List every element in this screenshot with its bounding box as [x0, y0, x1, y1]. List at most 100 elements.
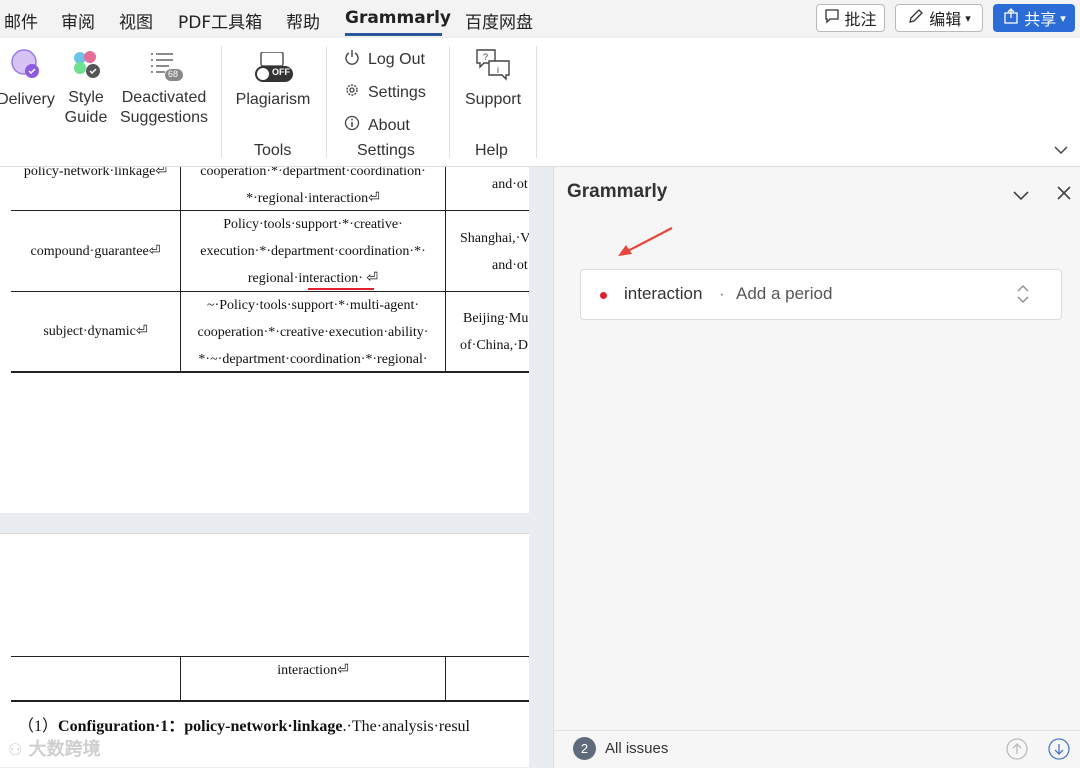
tab-pdf-tools[interactable]: PDF工具箱	[178, 8, 262, 33]
comment-button[interactable]: 批注	[816, 4, 885, 32]
ribbon: Delivery Style Guide 68 Deactivated Sugg…	[0, 38, 1080, 167]
ribbon-separator	[326, 46, 327, 158]
log-out-button[interactable]: Log Out	[344, 49, 425, 70]
table-cell: cooperation·*·department·coordination·	[200, 167, 426, 179]
chevron-down-icon: ▾	[1060, 11, 1066, 25]
list-icon: 68	[149, 48, 183, 82]
issue-separator: ·	[719, 284, 725, 303]
ribbon-collapse-chevron-icon[interactable]	[1053, 141, 1069, 160]
power-icon	[344, 49, 360, 70]
previous-issue-icon[interactable]	[1006, 738, 1028, 764]
paragraph-prefix: （1）	[18, 718, 59, 735]
plagiarism-button[interactable]: OFF Plagiarism	[233, 51, 313, 110]
style-guide-icon	[70, 48, 102, 80]
comment-icon	[824, 8, 840, 28]
style-guide-label-2: Guide	[64, 109, 108, 126]
pencil-icon	[907, 7, 925, 29]
log-out-label: Log Out	[368, 50, 425, 68]
delivery-label: Delivery	[0, 91, 55, 108]
gear-icon	[344, 82, 360, 103]
issues-count-badge: 2	[573, 737, 596, 760]
deactivated-suggestions-button[interactable]: 68 Deactivated Suggestions	[117, 48, 211, 128]
svg-text:?: ?	[483, 52, 488, 62]
group-label-help: Help	[475, 142, 508, 159]
table-cell: *·regional·interaction⏎	[246, 191, 380, 206]
about-label: About	[368, 116, 410, 134]
settings-button[interactable]: Settings	[344, 82, 426, 103]
watermark-text: 大数跨境	[28, 739, 101, 760]
group-label-settings: Settings	[357, 142, 415, 159]
plagiarism-toggle-label: OFF	[272, 67, 290, 77]
table-cell: ~·Policy·tools·support·*·multi-agent·	[206, 298, 420, 313]
document-page[interactable]: policy-network·linkage⏎ cooperation·*·de…	[0, 167, 529, 767]
table-cell: Beijing·Mu	[463, 311, 529, 326]
panel-footer: 2 All issues	[554, 730, 1080, 768]
table-cell: interaction⏎	[277, 663, 349, 678]
edit-button[interactable]: 编辑 ▾	[895, 4, 983, 32]
table-cell: and·ot	[492, 258, 528, 273]
page-edge	[0, 533, 529, 534]
close-icon[interactable]	[1056, 185, 1072, 205]
delivery-icon	[10, 48, 42, 80]
deactivated-label-1: Deactivated	[121, 89, 207, 106]
table-cell: Shanghai,·V	[460, 231, 529, 246]
deactivated-count-badge: 68	[168, 69, 179, 79]
chevron-down-icon: ▾	[965, 11, 971, 25]
tab-review[interactable]: 审阅	[61, 8, 95, 33]
issue-suggestion: Add a period	[736, 284, 833, 303]
collapse-chevron-icon[interactable]	[1012, 187, 1030, 206]
paragraph-text: .·The·analysis·resul	[342, 718, 470, 735]
issue-word: interaction	[624, 284, 703, 303]
ribbon-separator	[449, 46, 450, 158]
table-cell: *·~·department·coordination·*·regional·	[198, 352, 428, 367]
grammarly-sidebar: Grammarly interaction · Add a period 2 A…	[553, 167, 1080, 768]
chat-help-icon: ? i	[475, 48, 511, 82]
style-guide-button[interactable]: Style Guide	[62, 48, 110, 128]
table-cell: Policy·tools·support·*·creative·	[223, 217, 403, 232]
panel-title: Grammarly	[567, 181, 668, 202]
tab-grammarly[interactable]: Grammarly	[345, 8, 451, 28]
active-tab-indicator	[345, 33, 442, 36]
menu-bar: 邮件 审阅 视图 PDF工具箱 帮助 Grammarly 百度网盘 批注 编辑 …	[0, 0, 1080, 38]
table-cell: policy-network·linkage⏎	[23, 167, 168, 179]
deactivated-label-2: Suggestions	[119, 109, 209, 126]
watermark-logo-icon: ⚇	[8, 740, 23, 759]
next-issue-icon[interactable]	[1048, 738, 1070, 764]
share-label: 共享	[1024, 10, 1057, 29]
edit-label: 编辑	[929, 10, 962, 29]
arrow-icon	[614, 225, 676, 263]
page-break-gap	[0, 513, 529, 533]
ribbon-separator	[536, 46, 537, 158]
comment-label: 批注	[844, 10, 877, 29]
issue-dot-icon	[600, 292, 607, 299]
info-icon	[344, 115, 360, 136]
table-cell: cooperation·*·creative·execution·ability…	[197, 325, 429, 340]
share-button[interactable]: 共享 ▾	[993, 4, 1075, 32]
about-button[interactable]: About	[344, 115, 410, 136]
style-guide-label-1: Style	[68, 89, 104, 106]
all-issues-button[interactable]: All issues	[605, 740, 668, 757]
svg-text:i: i	[497, 65, 499, 75]
table-cell: execution·*·department·coordination·*·	[200, 244, 426, 259]
delivery-button[interactable]: Delivery	[0, 48, 58, 110]
tab-mail[interactable]: 邮件	[4, 8, 38, 33]
issue-card[interactable]: interaction · Add a period	[580, 269, 1062, 320]
support-label: Support	[464, 91, 522, 108]
support-button[interactable]: ? i Support	[460, 48, 526, 110]
tab-baidu-netdisk[interactable]: 百度网盘	[465, 8, 533, 33]
expand-updown-icon[interactable]	[1017, 283, 1029, 309]
body-paragraph: （1）Configuration·1：policy-network·linkag…	[18, 712, 529, 736]
share-icon	[1002, 7, 1020, 29]
plagiarism-toggle-icon: OFF	[255, 51, 293, 82]
group-label-tools: Tools	[254, 142, 292, 159]
watermark: ⚇ 大数跨境	[8, 735, 101, 761]
table-cell: and·ot	[492, 177, 528, 192]
table-cell: subject·dynamic⏎	[43, 324, 148, 339]
settings-label: Settings	[368, 83, 426, 101]
tab-help[interactable]: 帮助	[286, 8, 320, 33]
tab-view[interactable]: 视图	[119, 8, 153, 33]
table-cell: of·China,·D	[460, 338, 529, 353]
grammar-error-underline[interactable]	[308, 288, 374, 290]
table-cell: compound·guarantee⏎	[30, 244, 161, 259]
plagiarism-label: Plagiarism	[235, 91, 311, 108]
